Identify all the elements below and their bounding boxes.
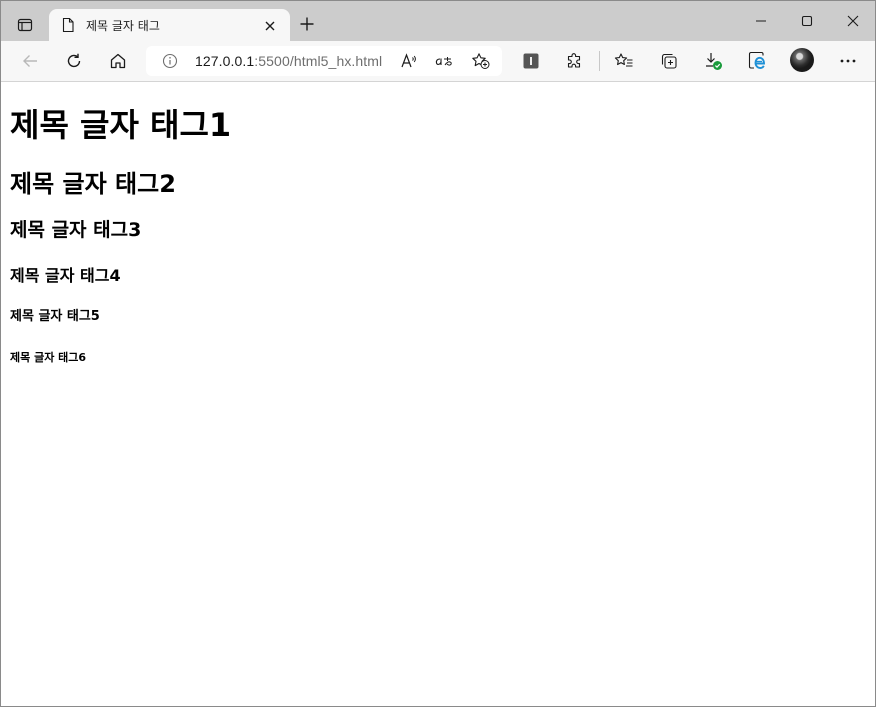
maximize-button[interactable] bbox=[787, 5, 827, 37]
downloads-button[interactable] bbox=[698, 46, 728, 76]
read-aloud-button[interactable] bbox=[394, 46, 424, 76]
avatar[interactable] bbox=[790, 48, 814, 72]
close-icon bbox=[847, 15, 859, 27]
back-button[interactable] bbox=[15, 46, 45, 76]
document-icon bbox=[61, 17, 75, 33]
heading-1: 제목 글자 태그1 bbox=[10, 106, 232, 144]
minimize-button[interactable] bbox=[741, 5, 781, 37]
star-add-icon bbox=[472, 53, 490, 69]
tab-title: 제목 글자 태그 bbox=[86, 19, 160, 33]
more-button[interactable] bbox=[833, 46, 863, 76]
url-path: :5500/html5_hx.html bbox=[254, 53, 383, 69]
puzzle-icon bbox=[567, 53, 581, 68]
info-icon[interactable] bbox=[162, 53, 178, 69]
tab-active[interactable]: 제목 글자 태그 bbox=[49, 9, 290, 41]
home-icon bbox=[110, 53, 126, 69]
toolbar-separator bbox=[599, 51, 600, 71]
maximize-icon bbox=[801, 15, 813, 27]
heading-6: 제목 글자 태그6 bbox=[10, 351, 87, 364]
refresh-button[interactable] bbox=[59, 46, 89, 76]
translate-button[interactable] bbox=[429, 46, 459, 76]
tab-close-button[interactable] bbox=[259, 15, 281, 37]
back-arrow-icon bbox=[23, 55, 37, 67]
window-close-button[interactable] bbox=[833, 5, 873, 37]
tab-actions-button[interactable] bbox=[10, 10, 40, 40]
favorites-list-icon bbox=[614, 53, 633, 67]
heading-4: 제목 글자 태그4 bbox=[10, 266, 121, 285]
ie-mode-icon bbox=[748, 51, 765, 69]
url-host: 127.0.0.1 bbox=[195, 53, 255, 69]
browser-window: 제목 글자 태그 127.0.0.1:5500/html5_hx.html 제목… bbox=[0, 0, 876, 707]
download-icon bbox=[706, 53, 722, 70]
tab-actions-icon bbox=[17, 18, 33, 32]
ie-mode-button[interactable] bbox=[742, 46, 772, 76]
collections-icon bbox=[661, 53, 677, 69]
extension-box-icon bbox=[523, 53, 539, 69]
favorites-button[interactable] bbox=[609, 46, 639, 76]
read-aloud-icon bbox=[401, 53, 416, 68]
heading-5: 제목 글자 태그5 bbox=[10, 309, 100, 324]
minimize-icon bbox=[756, 20, 766, 22]
heading-3: 제목 글자 태그3 bbox=[10, 219, 142, 241]
refresh-icon bbox=[67, 53, 81, 68]
add-favorite-button[interactable] bbox=[466, 46, 496, 76]
url-text[interactable]: 127.0.0.1:5500/html5_hx.html bbox=[195, 53, 382, 69]
address-bar[interactable]: 127.0.0.1:5500/html5_hx.html bbox=[146, 46, 502, 76]
home-button[interactable] bbox=[103, 46, 133, 76]
more-icon bbox=[840, 59, 856, 63]
extensions-button[interactable] bbox=[560, 46, 590, 76]
extension-box-button[interactable] bbox=[516, 46, 546, 76]
new-tab-button[interactable] bbox=[294, 11, 320, 37]
translate-icon bbox=[435, 57, 452, 66]
close-icon bbox=[265, 21, 275, 31]
heading-2: 제목 글자 태그2 bbox=[10, 170, 176, 198]
plus-icon bbox=[300, 17, 314, 31]
collections-button[interactable] bbox=[654, 46, 684, 76]
toolbar: 127.0.0.1:5500/html5_hx.html bbox=[1, 41, 875, 82]
tab-strip: 제목 글자 태그 bbox=[1, 1, 875, 41]
page-content: 제목 글자 태그1 제목 글자 태그2 제목 글자 태그3 제목 글자 태그4 … bbox=[1, 82, 875, 706]
